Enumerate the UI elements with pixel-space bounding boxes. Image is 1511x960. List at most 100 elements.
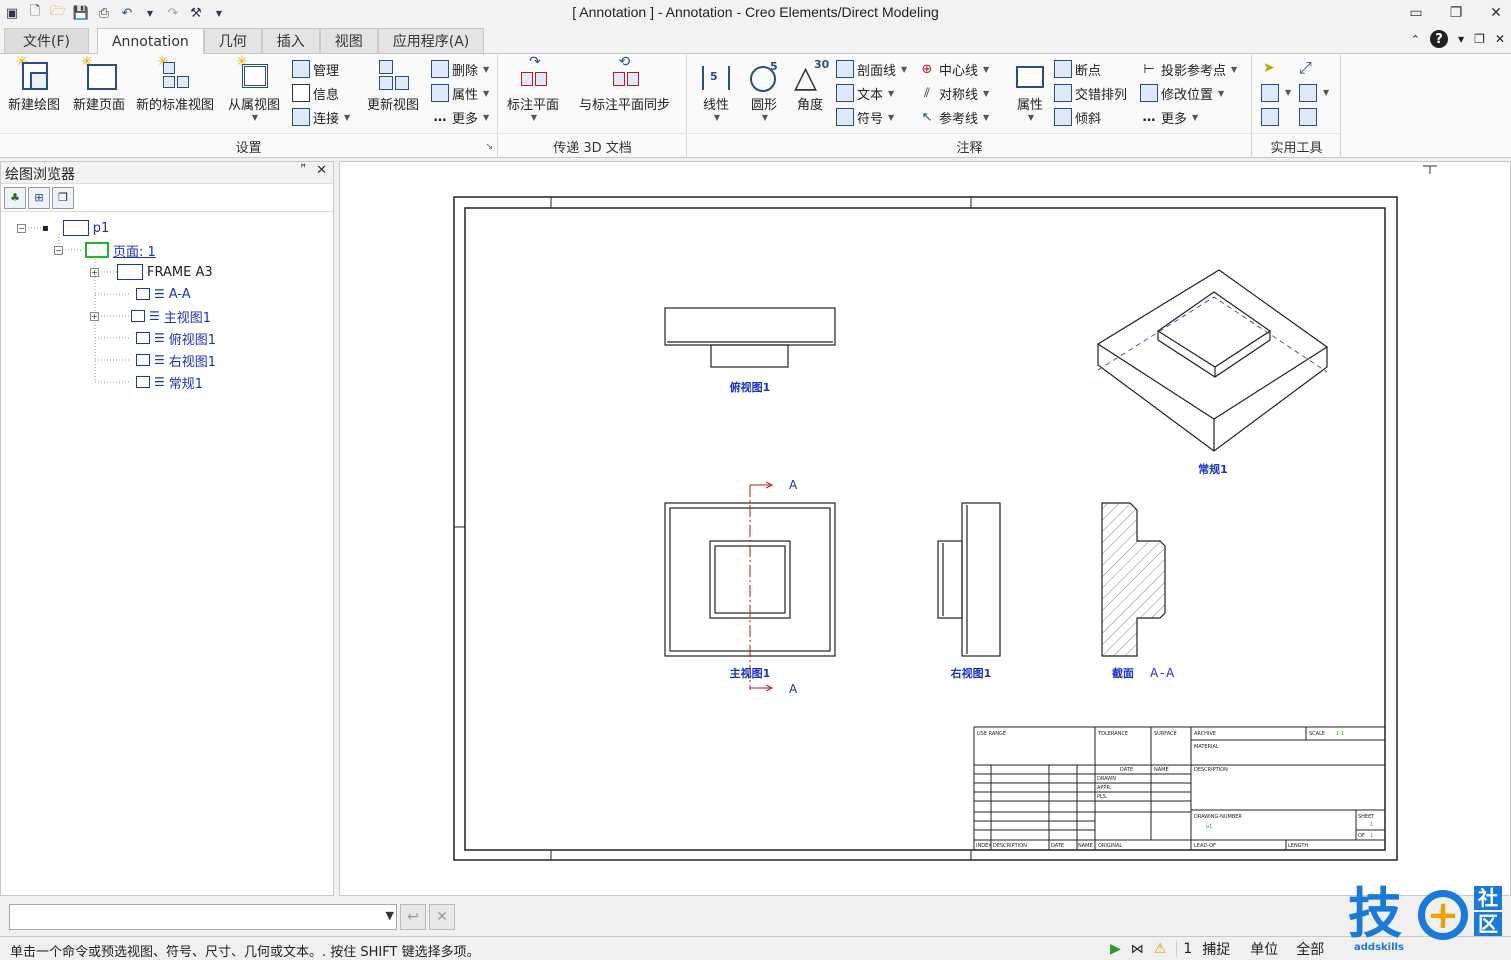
drawing-canvas[interactable]: 俯视图1 常规1 A A 主视图1 右视图1 截面 A-A USE RANGE … — [339, 161, 1511, 896]
tab-file[interactable]: 文件(F) — [4, 28, 89, 53]
table-icon[interactable] — [1299, 108, 1317, 126]
drawing-sheet[interactable]: 俯视图1 常规1 A A 主视图1 右视图1 截面 A-A USE RANGE … — [340, 162, 1511, 897]
calc-icon[interactable] — [1261, 108, 1279, 126]
list-icon: ☰ — [149, 309, 160, 323]
linear-dim-button[interactable]: 5 线性 ▼ — [698, 58, 734, 122]
hatch-button[interactable]: 剖面线 ▼ — [836, 58, 907, 80]
close-panel-icon[interactable]: ✕ — [316, 163, 327, 178]
tab-view[interactable]: 视图 — [319, 28, 378, 53]
modify-position-button[interactable]: 修改位置 ▼ — [1140, 82, 1224, 104]
symmetry-line-button[interactable]: ⫽ 对称线 ▼ — [918, 82, 989, 104]
layout-icon[interactable] — [1299, 84, 1317, 102]
collapse-ribbon-icon[interactable]: ⌃ — [1411, 33, 1420, 46]
tree-node-right-view[interactable]: ☰ 右视图1 — [136, 350, 216, 370]
restore-doc-icon[interactable]: ❐ — [1474, 32, 1485, 46]
skew-button[interactable]: 倾斜 — [1054, 106, 1101, 128]
title-block[interactable] — [973, 726, 1386, 851]
projection-ref-button[interactable]: ⊢ 投影参考点 ▼ — [1140, 58, 1237, 80]
right-view-label[interactable]: 右视图1 — [950, 666, 992, 680]
wireframe-icon[interactable]: ⋈ — [1131, 942, 1144, 957]
section-view-a-a[interactable] — [1101, 502, 1166, 657]
new-page-button[interactable]: ✳ 新建页面 — [73, 54, 125, 113]
enter-command-button[interactable]: ↩ — [400, 904, 426, 930]
tree-view-icon[interactable]: ♣ — [4, 186, 26, 209]
page-number[interactable]: 1 — [1176, 941, 1192, 957]
more-annotate-button[interactable]: … 更多 ▼ — [1140, 106, 1199, 128]
connect-button[interactable]: 连接 ▼ — [292, 106, 350, 128]
expand-icon[interactable]: + — [90, 267, 99, 277]
view-icon — [136, 354, 150, 366]
restore-button[interactable]: ❐ — [1445, 3, 1467, 23]
play-icon[interactable]: ▶ — [1110, 941, 1121, 957]
tb-drawing-number: DRAWING-NUMBER — [1194, 814, 1242, 820]
tree-node-page-1[interactable]: − 页面: 1 — [54, 240, 156, 260]
break-button[interactable]: 断点 — [1054, 58, 1101, 80]
right-view[interactable] — [937, 502, 1001, 657]
tree-node-frame-a3[interactable]: + FRAME A3 — [90, 262, 213, 282]
annotate-properties-button[interactable]: 属性 ▼ — [1012, 58, 1048, 122]
tree-node-p1[interactable]: − ▪ p1 — [17, 218, 109, 238]
cut-letter-bottom[interactable]: A — [789, 682, 798, 696]
cancel-command-button[interactable]: ✕ — [429, 904, 455, 930]
text-button[interactable]: 文本 ▼ — [836, 82, 894, 104]
tree-node-section-a-a[interactable]: ☰ A-A — [136, 284, 191, 304]
minimize-button[interactable]: ▭ — [1405, 3, 1427, 23]
info-button[interactable]: 信息 — [292, 82, 339, 104]
setup-dialog-launcher-icon[interactable]: ↘ — [485, 142, 493, 152]
section-name-label[interactable]: A-A — [1150, 666, 1176, 680]
close-button[interactable]: ✕ — [1485, 3, 1507, 23]
top-view-label[interactable]: 俯视图1 — [730, 380, 771, 394]
tab-annotation[interactable]: Annotation — [96, 28, 204, 54]
layers-icon[interactable]: ❐ — [52, 186, 74, 209]
from-subview-button[interactable]: ✳ 从属视图 ▼ — [228, 54, 280, 122]
help-icon[interactable]: ? — [1430, 30, 1449, 48]
command-dropdown-icon[interactable]: ▼ — [386, 909, 394, 922]
new-drawing-button[interactable]: ✳ 新建绘图 — [8, 54, 60, 113]
zoom-fit-icon[interactable]: ⤢ — [1299, 58, 1312, 78]
top-view[interactable] — [664, 307, 836, 368]
front-view-label[interactable]: 主视图1 — [730, 666, 771, 680]
expand-icon[interactable]: + — [90, 311, 99, 321]
more-setup-button[interactable]: … 更多 ▼ — [431, 106, 490, 128]
circular-dim-button[interactable]: 5 圆形 ▼ — [746, 58, 782, 122]
sync-annotation-plane-button[interactable]: ⟲ 与标注平面同步 — [579, 54, 670, 113]
symbol-button[interactable]: 符号 ▼ — [836, 106, 894, 128]
stagger-button[interactable]: 交错排列 — [1054, 82, 1127, 104]
subview-icon: ✳ — [236, 54, 272, 92]
snap-button[interactable]: 捕捉 — [1202, 939, 1230, 959]
command-input[interactable]: ▼ — [9, 904, 397, 930]
tree-node-front-view[interactable]: + ☰ 主视图1 — [90, 306, 211, 326]
section-prefix-label[interactable]: 截面 — [1112, 666, 1134, 680]
help-dropdown-icon[interactable]: ▼ — [1458, 35, 1464, 44]
close-doc-icon[interactable]: ✕ — [1495, 32, 1505, 46]
measure-icon[interactable] — [1261, 84, 1279, 102]
manage-button[interactable]: 管理 — [292, 58, 339, 80]
tree-node-general-view[interactable]: ☰ 常规1 — [136, 372, 203, 392]
pin-icon[interactable]: ꟸ — [300, 163, 306, 178]
tree-node-top-view[interactable]: ☰ 俯视图1 — [136, 328, 216, 348]
cutting-plane-line[interactable] — [749, 481, 774, 692]
annotation-plane-button[interactable]: ↷ 标注平面 ▼ — [507, 54, 559, 122]
collapse-icon[interactable]: − — [54, 245, 63, 255]
general-view-label[interactable]: 常规1 — [1198, 462, 1228, 476]
tab-applications[interactable]: 应用程序(A) — [377, 28, 485, 53]
new-standard-view-button[interactable]: ✳ 新的标准视图 — [136, 54, 214, 113]
tab-geometry[interactable]: 几何 — [203, 28, 262, 53]
isometric-view[interactable] — [1096, 269, 1329, 452]
warning-icon[interactable]: ⚠ — [1154, 941, 1167, 957]
select-arrow-icon[interactable]: ➤ — [1263, 60, 1275, 76]
all-button[interactable]: 全部 — [1296, 939, 1324, 959]
update-view-button[interactable]: 更新视图 — [367, 58, 419, 113]
centerline-button[interactable]: ⊕ 中心线 ▼ — [918, 58, 990, 80]
modify-position-icon — [1140, 84, 1158, 102]
tab-insert[interactable]: 插入 — [261, 28, 320, 53]
filter-icon[interactable]: ⊞ — [28, 186, 50, 209]
delete-button[interactable]: 删除 ▼ — [431, 58, 489, 80]
properties-button[interactable]: 属性 ▼ — [431, 82, 489, 104]
units-button[interactable]: 单位 — [1250, 939, 1278, 959]
angle-dim-button[interactable]: △ 30 角度 — [792, 58, 829, 113]
subview-dropdown-icon[interactable]: ▼ — [252, 113, 258, 122]
cut-letter-top[interactable]: A — [789, 478, 798, 492]
collapse-icon[interactable]: − — [17, 223, 26, 233]
reference-line-button[interactable]: ↖ 参考线 ▼ — [918, 106, 990, 128]
